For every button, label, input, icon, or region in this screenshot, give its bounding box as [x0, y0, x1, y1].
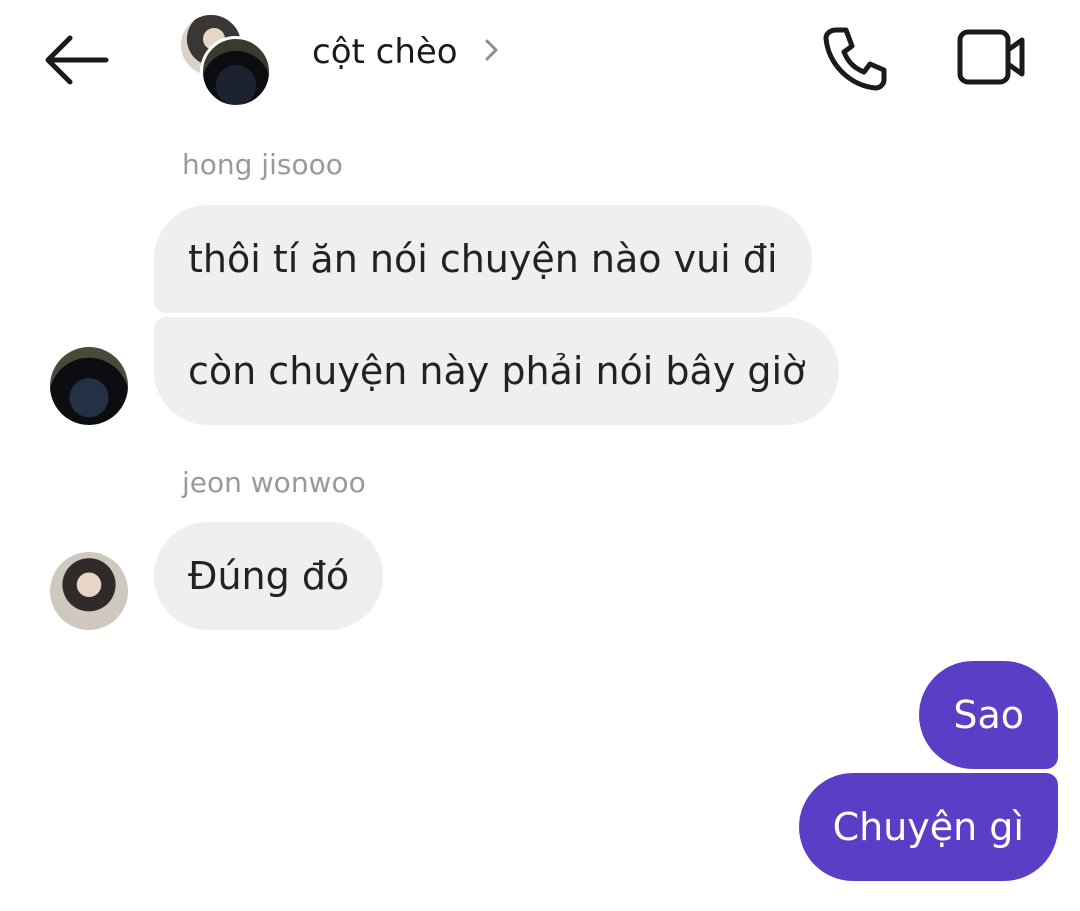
message-bubble-incoming[interactable]: Đúng đó [154, 522, 384, 630]
message-bubble-incoming[interactable]: còn chuyện này phải nói bây giờ [154, 317, 840, 425]
message-bubble-incoming[interactable]: thôi tí ăn nói chuyện nào vui đi [154, 205, 812, 313]
message-bubble-outgoing[interactable]: Chuyện gì [798, 773, 1058, 881]
arrow-left-icon [45, 35, 109, 85]
chat-title[interactable]: cột chèo [312, 30, 458, 74]
back-button[interactable] [40, 28, 114, 92]
group-avatar[interactable] [176, 10, 272, 108]
avatar[interactable] [50, 347, 128, 425]
video-call-button[interactable] [952, 24, 1032, 90]
chevron-right-icon[interactable] [480, 36, 504, 64]
voice-call-button[interactable] [818, 22, 890, 94]
sender-name: jeon wonwoo [182, 466, 366, 499]
sender-name: hong jisooo [182, 148, 343, 181]
message-bubble-outgoing[interactable]: Sao [919, 661, 1058, 769]
member-avatar-2 [200, 36, 272, 108]
chat-screen: cột chèo hong jisooo thôi tí ăn nói chuy… [0, 0, 1080, 911]
phone-icon [823, 27, 887, 91]
avatar[interactable] [50, 552, 128, 630]
video-camera-icon [957, 29, 1025, 85]
chat-header: cột chèo [0, 0, 1080, 120]
